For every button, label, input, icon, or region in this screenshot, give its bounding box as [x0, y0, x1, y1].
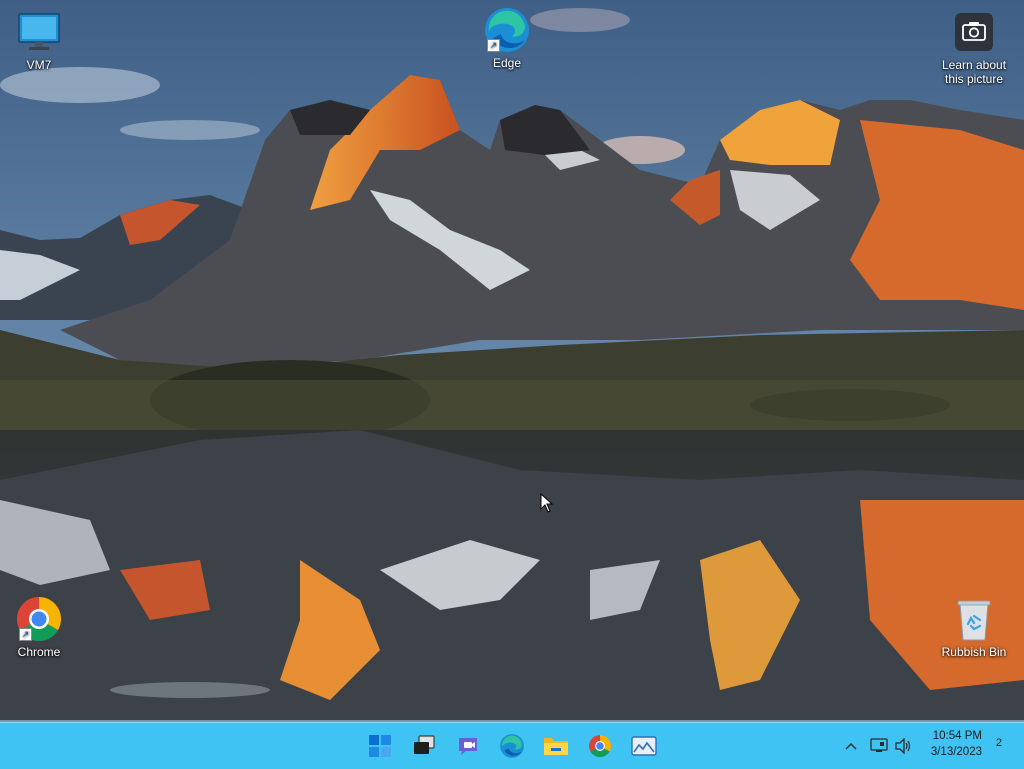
file-explorer-button[interactable] — [541, 731, 571, 761]
file-explorer-icon — [544, 738, 568, 755]
edge-icon: ↗ — [483, 6, 531, 54]
start-button[interactable] — [365, 731, 395, 761]
label-line-1: Learn about — [941, 58, 1007, 72]
camera-icon — [950, 8, 998, 56]
desktop-icon-label: Rubbish Bin — [941, 645, 1007, 659]
clock[interactable]: 10:54 PM 3/13/2023 — [918, 728, 982, 760]
chevron-up-icon — [845, 743, 857, 750]
network-button[interactable] — [868, 735, 890, 757]
desktop-icon-vm7[interactable]: VM7 — [3, 8, 75, 72]
start-icon — [369, 735, 391, 757]
show-hidden-icons-button[interactable] — [842, 735, 860, 757]
task-view-button[interactable] — [409, 731, 439, 761]
network-icon — [870, 738, 888, 752]
shortcut-arrow-icon: ↗ — [19, 628, 32, 641]
desktop-icon-label: VM7 — [26, 58, 52, 72]
photos-icon — [631, 736, 657, 756]
desktop-icon-label: Learn about this picture — [942, 58, 1006, 86]
desktop-wallpaper — [0, 0, 1024, 722]
edge-icon — [500, 734, 524, 758]
notification-count-badge[interactable]: 2 — [996, 737, 1002, 749]
chat-button[interactable] — [453, 731, 483, 761]
task-view-icon — [414, 735, 435, 754]
desktop-icon-label: Edge — [492, 56, 522, 70]
recycle-bin-icon — [950, 595, 998, 643]
chrome-icon: ↗ — [15, 595, 63, 643]
taskbar-chrome-button[interactable] — [585, 731, 615, 761]
monitor-icon — [15, 8, 63, 56]
desktop-icon-chrome[interactable]: ↗ Chrome — [3, 595, 75, 659]
photos-button[interactable] — [629, 731, 659, 761]
desktop-icon-label: Chrome — [17, 645, 61, 659]
volume-button[interactable] — [892, 735, 914, 757]
desktop-icon-learn-about-picture[interactable]: Learn about this picture — [938, 8, 1010, 86]
mouse-pointer-icon — [540, 492, 554, 518]
desktop-icon-rubbish-bin[interactable]: Rubbish Bin — [938, 595, 1010, 659]
taskbar-edge-button[interactable] — [497, 731, 527, 761]
desktop-icon-edge[interactable]: ↗ Edge — [471, 6, 543, 70]
clock-time: 10:54 PM — [932, 730, 982, 742]
taskbar: 10:54 PM 3/13/2023 2 — [0, 722, 1024, 769]
teams-chat-icon — [459, 738, 477, 755]
chrome-icon — [589, 735, 611, 757]
speaker-icon — [895, 738, 911, 754]
label-line-2: this picture — [944, 72, 1004, 86]
clock-date: 3/13/2023 — [930, 746, 982, 758]
shortcut-arrow-icon: ↗ — [487, 39, 500, 52]
